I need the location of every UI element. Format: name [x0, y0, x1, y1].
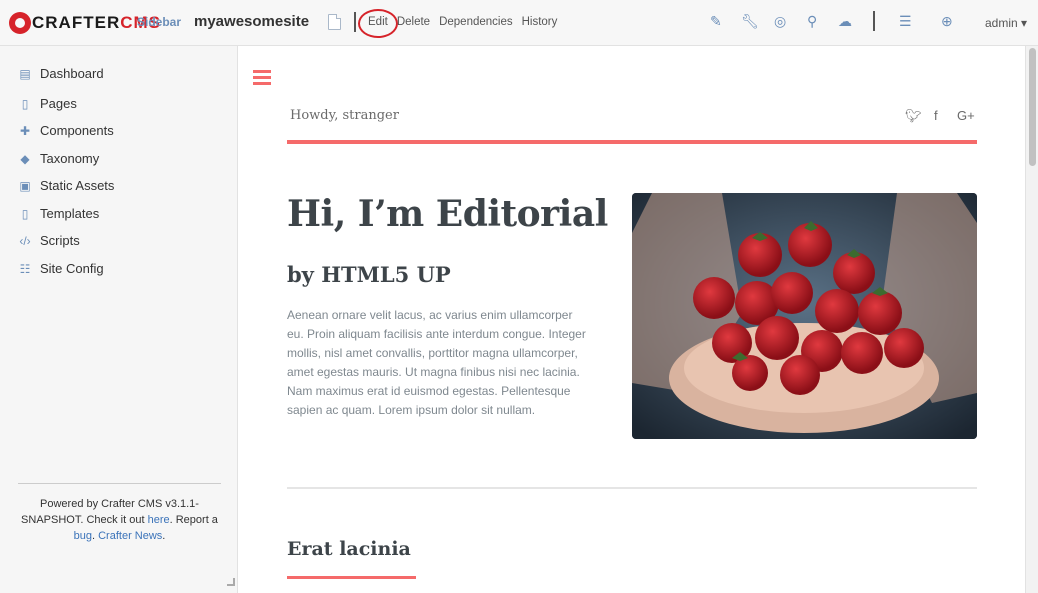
- tags-icon: ◆: [20, 151, 30, 166]
- sidebar-item-components[interactable]: ✚ Components: [18, 123, 114, 138]
- sidebar-item-label: Scripts: [40, 233, 80, 248]
- sidebar-item-static-assets[interactable]: ▣ Static Assets: [18, 178, 114, 193]
- bug-link[interactable]: bug: [74, 530, 92, 542]
- sidebar-footer: Powered by Crafter CMS v3.1.1-SNAPSHOT. …: [18, 483, 221, 544]
- footer-text: .: [162, 530, 166, 542]
- sidebar-item-label: Pages: [40, 96, 77, 111]
- pencil-icon[interactable]: ✎: [710, 13, 722, 30]
- sidebar-item-label: Site Config: [40, 261, 104, 276]
- here-link[interactable]: here: [148, 514, 170, 526]
- sidebar-item-label: Static Assets: [40, 178, 115, 193]
- sidebar-item-label: Components: [40, 123, 114, 138]
- help-icon[interactable]: ⊕: [941, 13, 953, 30]
- hero-heading: Hi, I’m Editorial: [287, 193, 608, 235]
- hero-subheading: by HTML5 UP: [287, 262, 451, 287]
- logo-text-crafter: CRAFTER: [32, 13, 121, 32]
- search-icon[interactable]: ⚲: [807, 13, 817, 30]
- strawberries-image: [632, 193, 977, 439]
- target-icon[interactable]: ◎: [774, 13, 786, 30]
- page-icon: ▯: [21, 96, 29, 111]
- sidebar-item-templates[interactable]: ▯ Templates: [18, 206, 100, 221]
- twitter-icon[interactable]: 🐦︎: [905, 108, 922, 124]
- site-preview: Howdy, stranger 🐦︎ f G+ Hi, I’m Editoria…: [239, 46, 1025, 593]
- resize-handle[interactable]: [227, 578, 235, 586]
- sidebar-item-taxonomy[interactable]: ◆ Taxonomy: [18, 151, 99, 166]
- scrollbar-thumb[interactable]: [1029, 48, 1036, 166]
- caret-down-icon: ▾: [1017, 16, 1028, 30]
- delete-button[interactable]: Delete: [397, 16, 430, 28]
- crafter-news-link[interactable]: Crafter News: [98, 530, 162, 542]
- user-name: admin: [985, 16, 1018, 30]
- section-title: Erat lacinia: [287, 538, 411, 560]
- menu-icon[interactable]: ☰: [899, 13, 912, 30]
- header-rule: [287, 140, 977, 144]
- google-plus-icon[interactable]: G+: [957, 108, 975, 123]
- section-divider: [287, 487, 977, 489]
- history-button[interactable]: History: [522, 16, 558, 28]
- sliders-icon: ☷: [19, 261, 31, 276]
- page-icon[interactable]: [328, 14, 341, 30]
- gear-logo-icon: [9, 12, 31, 34]
- preview-scrollbar[interactable]: [1025, 46, 1038, 593]
- edit-button[interactable]: Edit: [368, 16, 388, 28]
- puzzle-icon: ✚: [19, 123, 31, 138]
- top-bar: CRAFTERCMS Sidebar myawesomesite Edit De…: [0, 0, 1038, 46]
- sidebar-item-dashboard[interactable]: ▤ Dashboard: [18, 66, 104, 81]
- site-name[interactable]: myawesomesite: [194, 13, 309, 30]
- greeting: Howdy, stranger: [290, 108, 399, 123]
- image-icon: ▣: [19, 178, 31, 193]
- footer-text: . Report a: [169, 514, 218, 526]
- sidebar-item-pages[interactable]: ▯ Pages: [18, 96, 77, 111]
- dashboard-icon: ▤: [19, 66, 31, 81]
- toolbar-divider: [354, 12, 356, 32]
- wrench-icon[interactable]: 🔧︎: [741, 13, 759, 30]
- user-menu[interactable]: admin ▾: [985, 16, 1027, 30]
- section-title-underline: [287, 576, 416, 579]
- toolbar-divider: [873, 11, 875, 31]
- menu-icon[interactable]: [253, 70, 271, 88]
- sidebar-item-scripts[interactable]: ‹/› Scripts: [18, 233, 80, 248]
- sidebar-toggle-button[interactable]: Sidebar: [137, 15, 181, 29]
- sidebar-item-label: Taxonomy: [40, 151, 100, 166]
- file-code-icon: ▯: [21, 206, 29, 221]
- hero-body: Aenean ornare velit lacus, ac varius eni…: [287, 308, 586, 417]
- sidebar-item-label: Dashboard: [40, 66, 104, 81]
- cloud-upload-icon[interactable]: ☁: [838, 13, 852, 30]
- facebook-icon[interactable]: f: [934, 108, 938, 123]
- code-icon: ‹/›: [19, 233, 31, 248]
- sidebar: ▤ Dashboard ▯ Pages ✚ Components ◆ Taxonomy …: [0, 46, 238, 593]
- dependencies-button[interactable]: Dependencies: [439, 16, 513, 28]
- sidebar-item-label: Templates: [40, 206, 100, 221]
- page-actions: Edit Delete Dependencies History: [368, 16, 557, 28]
- sidebar-item-site-config[interactable]: ☷ Site Config: [18, 261, 104, 276]
